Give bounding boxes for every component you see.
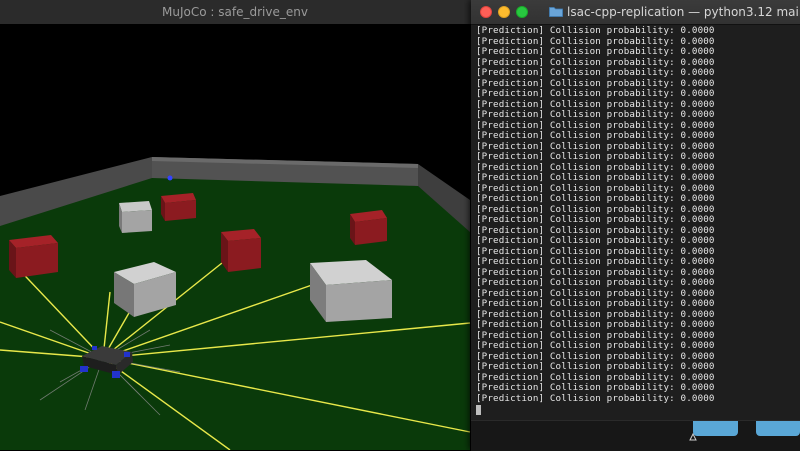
terminal-line: [Prediction] Collision probability: 0.00… bbox=[476, 235, 715, 246]
terminal-line: [Prediction] Collision probability: 0.00… bbox=[476, 382, 715, 393]
terminal-line: [Prediction] Collision probability: 0.00… bbox=[476, 25, 715, 36]
terminal-line: [Prediction] Collision probability: 0.00… bbox=[476, 256, 715, 267]
terminal-line: [Prediction] Collision probability: 0.00… bbox=[476, 277, 715, 288]
terminal-title: lsac-cpp-replication — python3.12 main.p… bbox=[567, 5, 800, 19]
terminal-window[interactable]: lsac-cpp-replication — python3.12 main.p… bbox=[471, 0, 800, 451]
terminal-cursor bbox=[476, 405, 481, 415]
terminal-line: [Prediction] Collision probability: 0.00… bbox=[476, 319, 715, 330]
terminal-titlebar[interactable]: lsac-cpp-replication — python3.12 main.p… bbox=[471, 0, 800, 25]
goal-marker bbox=[167, 175, 173, 181]
terminal-line: [Prediction] Collision probability: 0.00… bbox=[476, 340, 715, 351]
terminal-line: [Prediction] Collision probability: 0.00… bbox=[476, 193, 715, 204]
dock-app-icon[interactable] bbox=[693, 421, 738, 436]
terminal-line: [Prediction] Collision probability: 0.00… bbox=[476, 392, 715, 404]
obstacle-red-box bbox=[9, 235, 58, 278]
minimize-button[interactable] bbox=[498, 6, 510, 18]
terminal-line: [Prediction] Collision probability: 0.00… bbox=[476, 67, 715, 78]
arena-floor bbox=[0, 170, 470, 450]
folder-icon bbox=[549, 7, 563, 17]
zoom-button[interactable] bbox=[516, 6, 528, 18]
desktop-dock-area bbox=[471, 420, 800, 451]
terminal-line: [Prediction] Collision probability: 0.00… bbox=[476, 361, 715, 372]
terminal-line: [Prediction] Collision probability: 0.00… bbox=[476, 88, 715, 99]
terminal-line: [Prediction] Collision probability: 0.00… bbox=[476, 172, 715, 183]
mujoco-title: MuJoCo : safe_drive_env bbox=[162, 5, 308, 19]
terminal-line: [Prediction] Collision probability: 0.00… bbox=[476, 298, 715, 309]
terminal-line: [Prediction] Collision probability: 0.00… bbox=[476, 130, 715, 141]
close-button[interactable] bbox=[480, 6, 492, 18]
terminal-output[interactable]: [Prediction] Collision probability: 0.00… bbox=[471, 24, 800, 420]
terminal-line: [Prediction] Collision probability: 0.00… bbox=[476, 151, 715, 162]
obstacle-gray-box bbox=[119, 201, 152, 233]
obstacle-red-box bbox=[221, 229, 261, 272]
terminal-line: [Prediction] Collision probability: 0.00… bbox=[476, 214, 715, 225]
terminal-line: [Prediction] Collision probability: 0.00… bbox=[476, 109, 715, 120]
obstacle-red-box bbox=[350, 210, 387, 245]
dock-app-icon[interactable] bbox=[756, 421, 800, 436]
obstacle-red-box bbox=[161, 193, 196, 221]
terminal-line: [Prediction] Collision probability: 0.00… bbox=[476, 46, 715, 57]
